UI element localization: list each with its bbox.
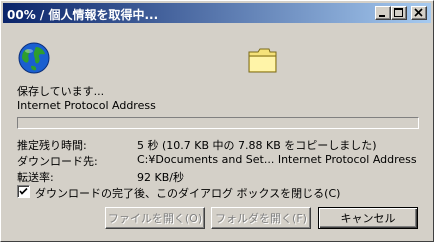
maximize-icon bbox=[394, 8, 403, 17]
close-on-complete-label[interactable]: ダウンロードの完了後、このダイアログ ボックスを閉じる(C) bbox=[35, 185, 340, 201]
window-title: 00% / 個人情報を取得中... bbox=[7, 8, 159, 22]
folder-icon bbox=[248, 48, 277, 73]
checkmark-icon bbox=[19, 187, 28, 195]
time-remaining-label: 推定残り時間: bbox=[17, 139, 87, 152]
close-button[interactable] bbox=[411, 6, 427, 20]
status-message: 保存しています... bbox=[17, 85, 105, 98]
download-item-name: Internet Protocol Address bbox=[17, 99, 156, 112]
title-bar[interactable]: 00% / 個人情報を取得中... bbox=[3, 3, 431, 23]
maximize-button[interactable] bbox=[391, 6, 407, 20]
download-dialog: 00% / 個人情報を取得中... 保存しています... Internet Pr… bbox=[0, 0, 434, 242]
time-remaining-value: 5 秒 (10.7 KB 中の 7.88 KB をコピーしました) bbox=[137, 139, 377, 152]
open-folder-button[interactable]: フォルダを開く(F) bbox=[211, 207, 311, 229]
globe-icon bbox=[18, 42, 50, 74]
download-to-value: C:¥Documents and Set... Internet Protoco… bbox=[137, 153, 417, 166]
minimize-icon bbox=[379, 15, 385, 17]
cancel-button[interactable]: キャンセル bbox=[318, 207, 418, 229]
open-file-button[interactable]: ファイルを開く(O) bbox=[105, 207, 205, 229]
minimize-button[interactable] bbox=[375, 6, 391, 20]
close-icon bbox=[414, 8, 423, 17]
download-progress-bar bbox=[17, 117, 419, 129]
transfer-rate-value: 92 KB/秒 bbox=[137, 171, 184, 184]
download-to-label: ダウンロード先: bbox=[17, 155, 98, 168]
transfer-rate-label: 転送率: bbox=[17, 171, 54, 184]
close-on-complete-checkbox[interactable] bbox=[17, 185, 30, 198]
